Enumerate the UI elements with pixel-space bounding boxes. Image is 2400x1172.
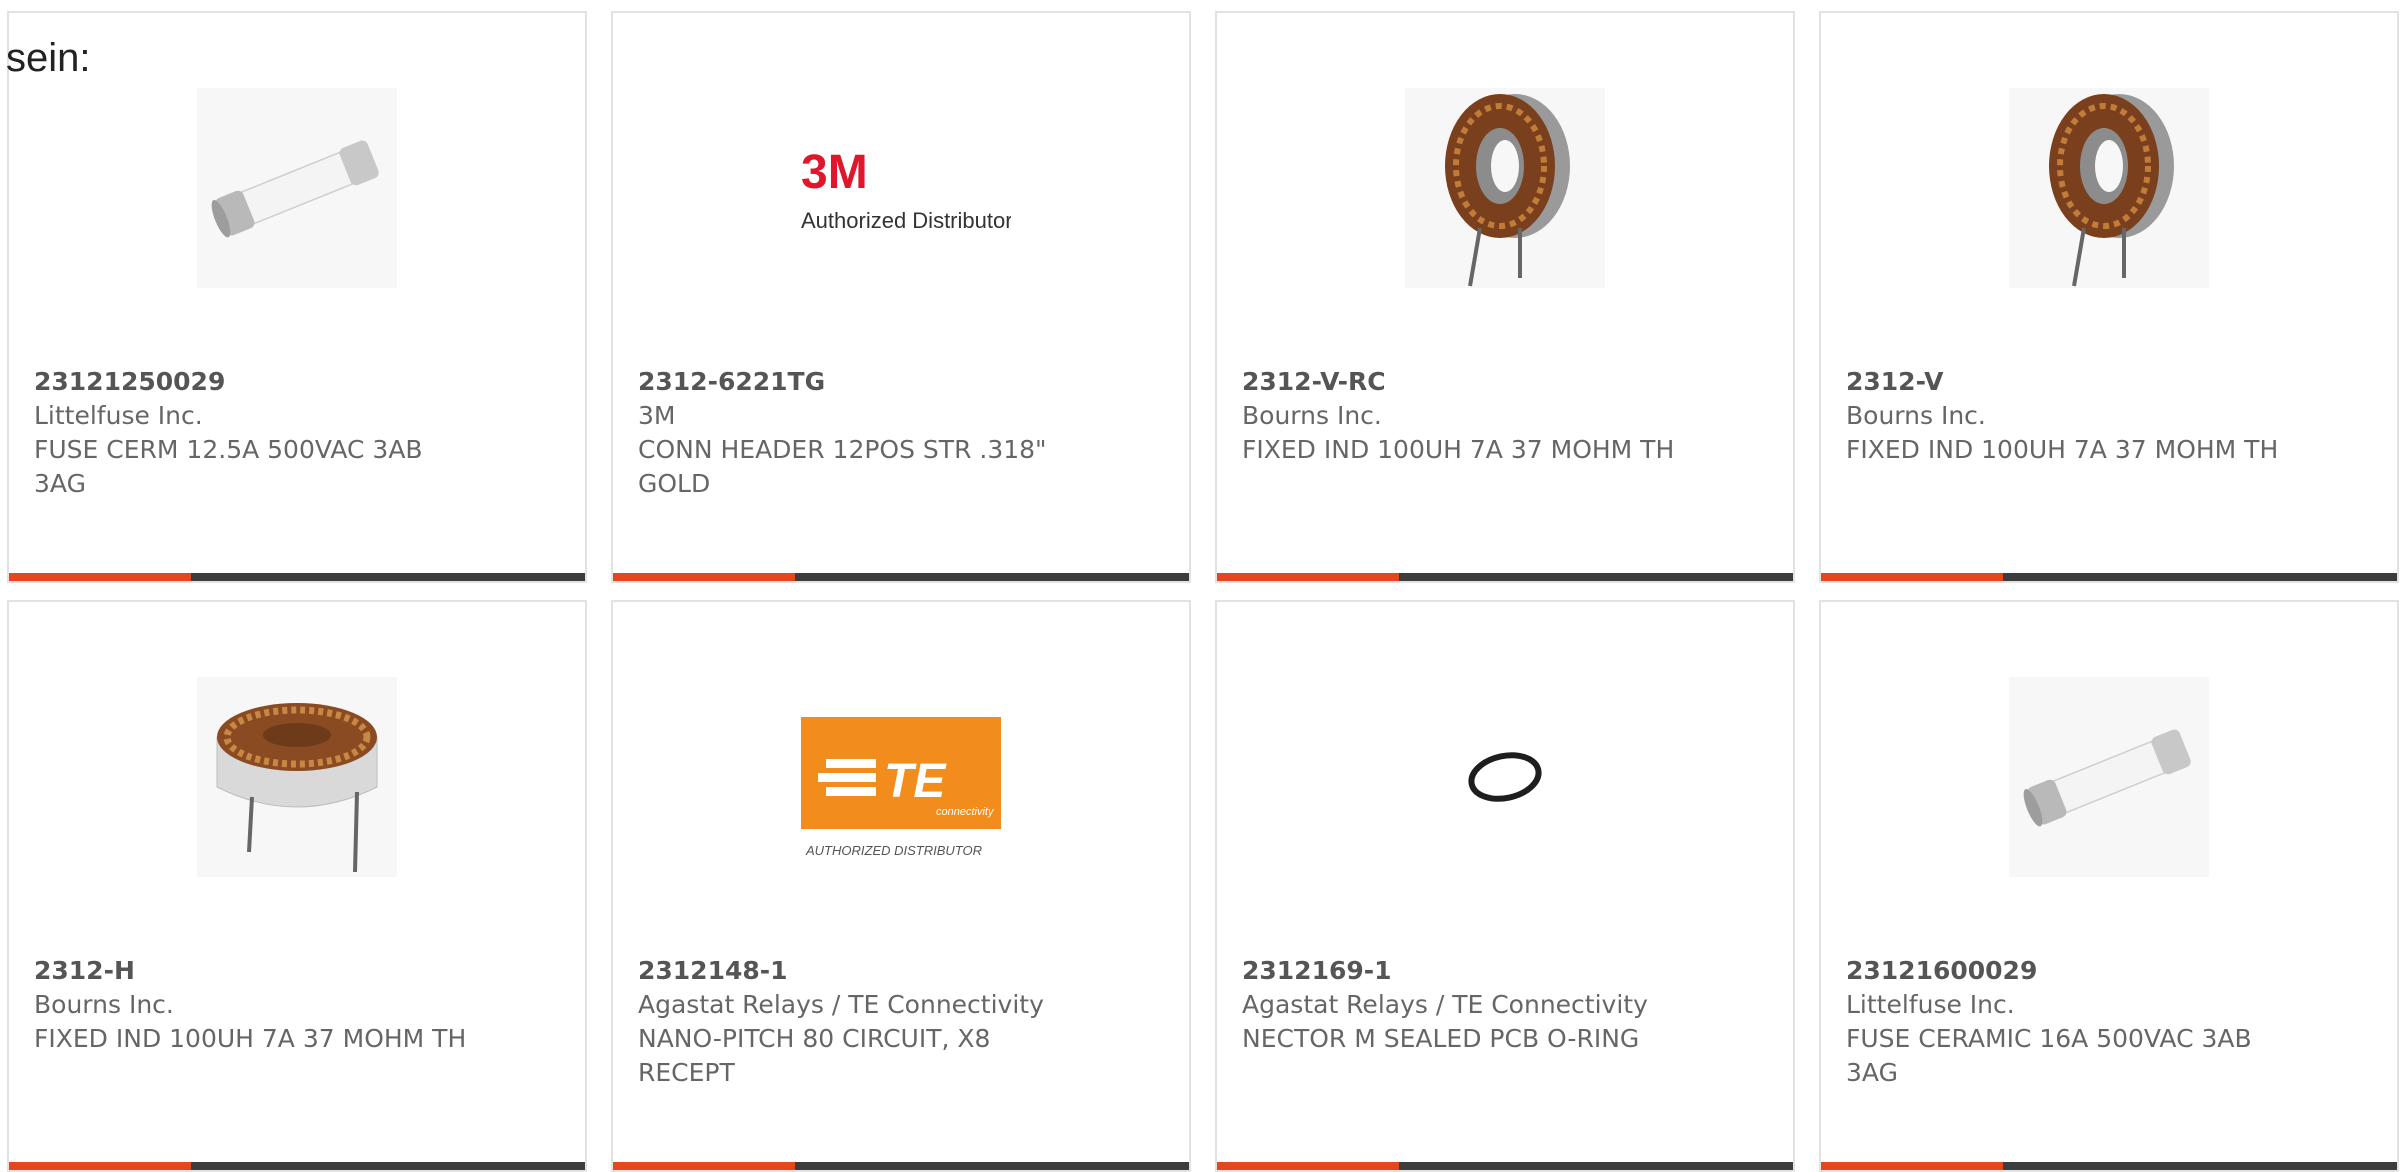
logo-text: TE: [884, 755, 947, 808]
3m-logo: 3M Authorized Distributor: [801, 146, 1011, 233]
product-image[interactable]: [1217, 83, 1793, 293]
card-bottom-bar: [613, 1162, 1189, 1170]
part-number-link[interactable]: 2312-V: [1846, 365, 2377, 399]
part-number-link[interactable]: 2312169-1: [1242, 954, 1773, 988]
card-accent-bar: [613, 573, 795, 581]
card-bottom-bar: [1217, 1162, 1793, 1170]
product-card[interactable]: 23121600029 Littelfuse Inc. FUSE CERAMIC…: [1819, 600, 2399, 1172]
manufacturer: Bourns Inc.: [1846, 401, 1986, 430]
card-accent-bar: [1821, 573, 2003, 581]
description: FUSE CERAMIC 16A 500VAC 3AB 3AG: [1846, 1024, 2252, 1087]
part-number-link[interactable]: 23121250029: [34, 365, 565, 399]
part-number-link[interactable]: 2312-6221TG: [638, 365, 1169, 399]
description: FUSE CERM 12.5A 500VAC 3AB 3AG: [34, 435, 423, 498]
product-info: 23121600029 Littelfuse Inc. FUSE CERAMIC…: [1846, 954, 2377, 1090]
product-card[interactable]: 2312-V Bourns Inc. FIXED IND 100UH 7A 37…: [1819, 11, 2399, 583]
product-grid: 23121250029 Littelfuse Inc. FUSE CERM 12…: [0, 0, 2400, 1172]
card-accent-bar: [613, 1162, 795, 1170]
part-number-link[interactable]: 2312-H: [34, 954, 565, 988]
manufacturer: 3M: [638, 401, 676, 430]
logo-caption: Authorized Distributor: [801, 208, 1011, 233]
card-accent-bar: [1217, 573, 1399, 581]
part-number-link[interactable]: 2312148-1: [638, 954, 1169, 988]
product-image[interactable]: [1821, 672, 2397, 882]
product-card[interactable]: 3M Authorized Distributor 2312-6221TG 3M…: [611, 11, 1191, 583]
description: NANO-PITCH 80 CIRCUIT, X8 RECEPT: [638, 1024, 991, 1087]
logo-caption: AUTHORIZED DISTRIBUTOR: [805, 843, 982, 858]
product-image[interactable]: [9, 83, 585, 293]
card-bottom-bar: [1217, 573, 1793, 581]
card-accent-bar: [1821, 1162, 2003, 1170]
description: FIXED IND 100UH 7A 37 MOHM TH: [1242, 435, 1675, 464]
te-logo: TE connectivity AUTHORIZED DISTRIBUTOR: [801, 717, 1001, 858]
card-bottom-bar: [9, 1162, 585, 1170]
manufacturer: Littelfuse Inc.: [34, 401, 203, 430]
description: CONN HEADER 12POS STR .318" GOLD: [638, 435, 1047, 498]
description: FIXED IND 100UH 7A 37 MOHM TH: [34, 1024, 467, 1053]
card-accent-bar: [9, 573, 191, 581]
product-card[interactable]: 23121250029 Littelfuse Inc. FUSE CERM 12…: [7, 11, 587, 583]
card-accent-bar: [9, 1162, 191, 1170]
product-image[interactable]: [1217, 672, 1793, 882]
product-card[interactable]: 2312-V-RC Bourns Inc. FIXED IND 100UH 7A…: [1215, 11, 1795, 583]
product-image[interactable]: 3M Authorized Distributor: [613, 83, 1189, 293]
product-image[interactable]: [1821, 83, 2397, 293]
manufacturer: Bourns Inc.: [1242, 401, 1382, 430]
manufacturer: Agastat Relays / TE Connectivity: [1242, 990, 1648, 1019]
product-info: 2312-H Bourns Inc. FIXED IND 100UH 7A 37…: [34, 954, 565, 1056]
product-info: 2312-V Bourns Inc. FIXED IND 100UH 7A 37…: [1846, 365, 2377, 467]
fuse-image: [2009, 677, 2209, 877]
part-number-link[interactable]: 23121600029: [1846, 954, 2377, 988]
fuse-image: [197, 88, 397, 288]
product-card[interactable]: 2312-H Bourns Inc. FIXED IND 100UH 7A 37…: [7, 600, 587, 1172]
manufacturer: Littelfuse Inc.: [1846, 990, 2015, 1019]
product-image[interactable]: [9, 672, 585, 882]
product-image[interactable]: TE connectivity AUTHORIZED DISTRIBUTOR: [613, 672, 1189, 882]
intro-text: sein:: [6, 36, 91, 80]
logo-text: 3M: [801, 146, 868, 199]
description: NECTOR M SEALED PCB O-RING: [1242, 1024, 1640, 1053]
card-bottom-bar: [1821, 1162, 2397, 1170]
toroid-inductor-horizontal-image: [197, 677, 397, 877]
product-card[interactable]: TE connectivity AUTHORIZED DISTRIBUTOR 2…: [611, 600, 1191, 1172]
description: FIXED IND 100UH 7A 37 MOHM TH: [1846, 435, 2279, 464]
manufacturer: Bourns Inc.: [34, 990, 174, 1019]
card-bottom-bar: [613, 573, 1189, 581]
toroid-inductor-vertical-image: [1405, 88, 1605, 288]
toroid-inductor-vertical-image: [2009, 88, 2209, 288]
product-info: 23121250029 Littelfuse Inc. FUSE CERM 12…: [34, 365, 565, 501]
card-bottom-bar: [9, 573, 585, 581]
card-accent-bar: [1217, 1162, 1399, 1170]
logo-subtext: connectivity: [936, 806, 995, 818]
product-info: 2312169-1 Agastat Relays / TE Connectivi…: [1242, 954, 1773, 1056]
product-info: 2312148-1 Agastat Relays / TE Connectivi…: [638, 954, 1169, 1090]
part-number-link[interactable]: 2312-V-RC: [1242, 365, 1773, 399]
product-info: 2312-V-RC Bourns Inc. FIXED IND 100UH 7A…: [1242, 365, 1773, 467]
manufacturer: Agastat Relays / TE Connectivity: [638, 990, 1044, 1019]
o-ring-image: [1468, 752, 1542, 802]
product-info: 2312-6221TG 3M CONN HEADER 12POS STR .31…: [638, 365, 1169, 501]
card-bottom-bar: [1821, 573, 2397, 581]
product-card[interactable]: 2312169-1 Agastat Relays / TE Connectivi…: [1215, 600, 1795, 1172]
